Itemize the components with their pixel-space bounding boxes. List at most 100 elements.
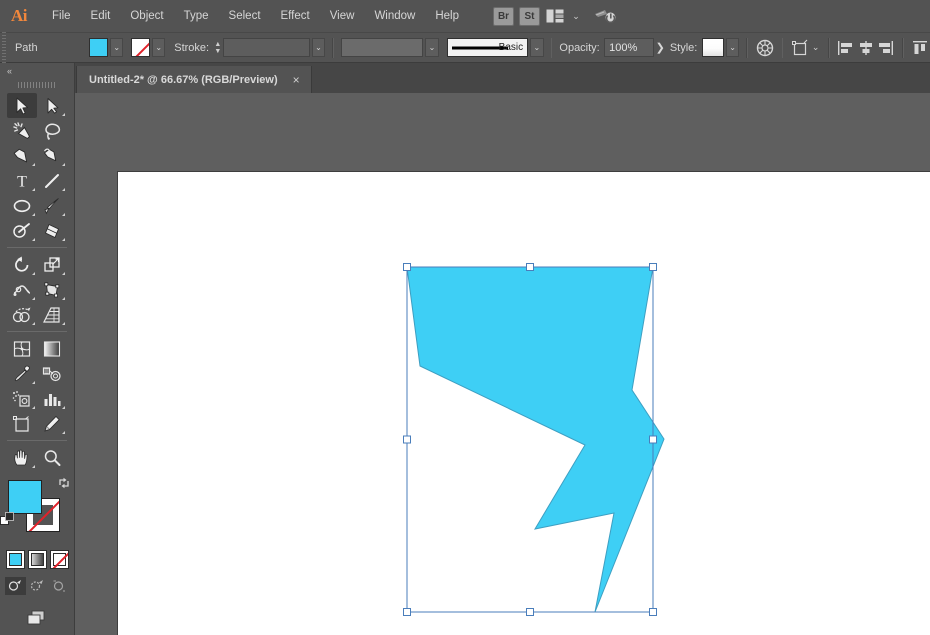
shaper-tool[interactable] [7, 218, 37, 243]
opacity-input[interactable]: 100% [604, 38, 655, 57]
artboard-tool[interactable] [7, 411, 37, 436]
style-chevron-down-icon[interactable]: ⌄ [725, 38, 740, 57]
arrange-documents-icon[interactable] [545, 8, 565, 24]
menu-file[interactable]: File [42, 0, 81, 32]
selection-handle-top-center [526, 263, 534, 271]
tool-flyout-indicator [32, 163, 35, 166]
color-mode-button[interactable] [5, 550, 25, 569]
recolor-artwork-icon[interactable] [755, 38, 774, 58]
tool-flyout-indicator [32, 238, 35, 241]
document-tab-strip: Untitled-2* @ 66.67% (RGB/Preview) × [0, 63, 930, 93]
distribute-icon[interactable] [911, 38, 930, 58]
lasso-tool[interactable] [37, 118, 67, 143]
tool-panel-collapse-icon[interactable]: « [0, 63, 74, 78]
control-separator-2 [550, 37, 553, 58]
free-transform-tool[interactable] [37, 277, 67, 302]
stroke-weight-stepper[interactable]: ▲ ▼ [213, 38, 224, 57]
tool-flyout-indicator [62, 188, 65, 191]
tool-flyout-indicator [62, 113, 65, 116]
symbol-sprayer-tool[interactable] [7, 386, 37, 411]
tool-flyout-indicator [62, 431, 65, 434]
rotate-tool[interactable] [7, 252, 37, 277]
magic-wand-tool[interactable] [7, 118, 37, 143]
menu-object[interactable]: Object [120, 0, 173, 32]
tool-flyout-indicator [62, 272, 65, 275]
gradient-mode-button[interactable] [27, 550, 47, 569]
close-icon[interactable]: × [290, 73, 303, 86]
document-tab[interactable]: Untitled-2* @ 66.67% (RGB/Preview) × [76, 66, 312, 93]
menu-window[interactable]: Window [364, 0, 425, 32]
menu-select[interactable]: Select [219, 0, 271, 32]
paintbrush-tool[interactable] [37, 193, 67, 218]
gradient-tool[interactable] [37, 336, 67, 361]
selection-tool[interactable] [7, 93, 37, 118]
variable-width-chevron-down-icon[interactable]: ⌄ [425, 38, 439, 57]
tool-flyout-indicator [62, 297, 65, 300]
stroke-color-swatch[interactable] [130, 38, 151, 57]
blend-tool[interactable] [37, 361, 67, 386]
tool-grid: T [0, 93, 74, 470]
transform-chevron-down-icon[interactable]: ⌄ [810, 41, 821, 55]
brush-definition-dropdown[interactable]: Basic [446, 38, 529, 57]
column-graph-tool[interactable] [37, 386, 67, 411]
menu-view[interactable]: View [320, 0, 365, 32]
hand-tool[interactable] [7, 445, 37, 470]
menu-edit[interactable]: Edit [81, 0, 121, 32]
bridge-button[interactable]: Br [493, 6, 514, 26]
swap-fill-stroke-icon[interactable] [57, 476, 71, 490]
stroke-weight-chevron-down-icon[interactable]: ⌄ [311, 38, 326, 57]
control-separator-4 [781, 37, 784, 58]
tool-flyout-indicator [32, 272, 35, 275]
selection-handle-middle-left [403, 435, 411, 444]
draw-inside-button[interactable] [49, 577, 70, 595]
stroke-weight-input[interactable] [223, 38, 310, 57]
change-screen-mode-button[interactable] [24, 609, 50, 632]
tool-divider-2 [7, 331, 67, 332]
eraser-tool[interactable] [37, 218, 67, 243]
menu-effect[interactable]: Effect [271, 0, 320, 32]
variable-width-profile-input[interactable] [341, 38, 424, 57]
transform-icon[interactable] [790, 38, 810, 58]
menu-bar-right-tools: Br St ⌄ [493, 0, 619, 32]
ellipse-tool[interactable] [7, 193, 37, 218]
stroke-chevron-down-icon[interactable]: ⌄ [152, 38, 166, 57]
type-tool[interactable]: T [7, 168, 37, 193]
fill-color-indicator[interactable] [8, 480, 42, 514]
curvature-tool[interactable] [37, 143, 67, 168]
fill-chevron-down-icon[interactable]: ⌄ [110, 38, 124, 57]
menu-help[interactable]: Help [425, 0, 469, 32]
selection-handle-bottom-left [403, 608, 411, 616]
direct-selection-tool[interactable] [37, 93, 67, 118]
tool-flyout-indicator [32, 297, 35, 300]
default-fill-stroke-icon[interactable] [0, 512, 15, 527]
draw-behind-button[interactable] [27, 577, 48, 595]
align-center-icon[interactable] [856, 38, 875, 58]
canvas-area[interactable] [75, 93, 930, 635]
eyedropper-tool[interactable] [7, 361, 37, 386]
tool-panel-grip[interactable] [0, 79, 74, 90]
menu-type[interactable]: Type [174, 0, 219, 32]
brush-chevron-down-icon[interactable]: ⌄ [530, 38, 544, 57]
opacity-expand-arrow-icon[interactable]: ❯ [654, 41, 666, 54]
arrange-chevron-down-icon[interactable]: ⌄ [570, 9, 582, 23]
zoom-tool[interactable] [37, 445, 67, 470]
align-right-icon[interactable] [875, 38, 894, 58]
graphic-style-swatch[interactable] [701, 38, 724, 57]
align-left-icon[interactable] [837, 38, 856, 58]
mesh-tool[interactable] [7, 336, 37, 361]
control-bar-grip[interactable] [0, 32, 8, 63]
fill-color-swatch[interactable] [88, 38, 109, 57]
pen-tool[interactable] [7, 143, 37, 168]
stock-button[interactable]: St [519, 6, 540, 26]
line-segment-tool[interactable] [37, 168, 67, 193]
selection-handle-top-left [403, 263, 411, 271]
shape-builder-tool[interactable] [7, 302, 37, 327]
width-tool[interactable] [7, 277, 37, 302]
perspective-grid-tool[interactable] [37, 302, 67, 327]
workspace-switcher-icon[interactable] [593, 6, 619, 26]
scale-tool[interactable] [37, 252, 67, 277]
none-mode-button[interactable] [49, 550, 69, 569]
selection-handle-bottom-center [526, 608, 534, 616]
slice-tool[interactable] [37, 411, 67, 436]
draw-normal-button[interactable] [4, 577, 26, 595]
